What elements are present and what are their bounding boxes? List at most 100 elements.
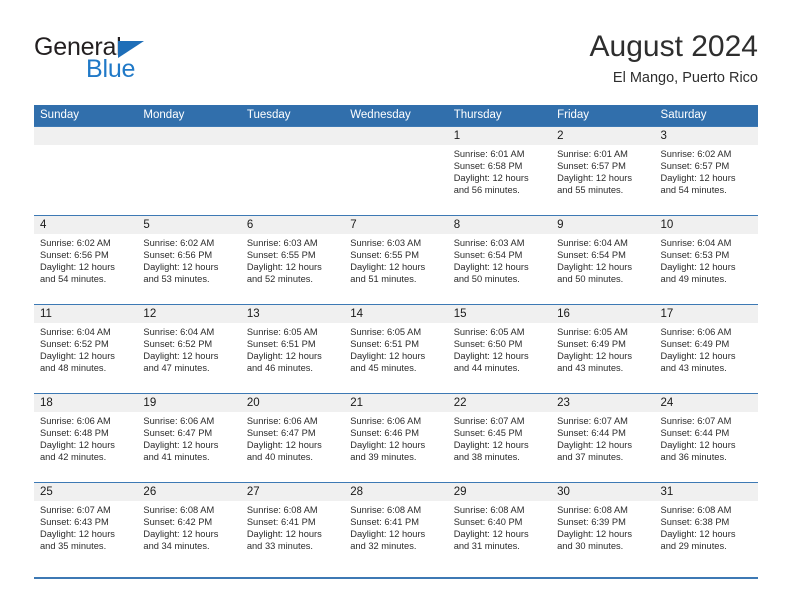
sunrise-text: Sunrise: 6:06 AM xyxy=(40,416,111,426)
sunrise-text: Sunrise: 6:04 AM xyxy=(557,238,628,248)
calendar-day-cell[interactable]: 11 Sunrise: 6:04 AM Sunset: 6:52 PM Dayligh… xyxy=(34,304,138,394)
weekday-header-saturday: Saturday xyxy=(654,105,758,127)
calendar-day-cell[interactable]: 6 Sunrise: 6:03 AM Sunset: 6:55 PM Daylight… xyxy=(240,215,345,305)
calendar-day-cell-empty[interactable] xyxy=(240,126,345,216)
calendar-day-cell[interactable]: 14 Sunrise: 6:05 AM Sunset: 6:51 PM Dayligh… xyxy=(344,304,448,394)
calendar-day-cell[interactable]: 16 Sunrise: 6:05 AM Sunset: 6:49 PM Dayligh… xyxy=(551,304,655,394)
weekday-header-friday: Friday xyxy=(551,105,655,127)
day-details: Sunrise: 6:06 AM Sunset: 6:48 PM Daylight:… xyxy=(34,412,137,463)
day-number: 25 xyxy=(34,483,138,501)
calendar-day-cell[interactable]: 9 Sunrise: 6:04 AM Sunset: 6:54 PM Daylight… xyxy=(551,215,655,305)
calendar-day-cell[interactable]: 23 Sunrise: 6:07 AM Sunset: 6:44 PM Dayligh… xyxy=(551,393,655,483)
calendar-day-cell-empty[interactable] xyxy=(344,126,448,216)
calendar-day-cell[interactable]: 3 Sunrise: 6:02 AM Sunset: 6:57 PM Daylight… xyxy=(654,126,758,216)
sunset-text: Sunset: 6:47 PM xyxy=(246,428,316,439)
sunrise-text: Sunrise: 6:03 AM xyxy=(350,238,422,248)
sunrise-text: Sunrise: 6:08 AM xyxy=(453,505,525,515)
calendar-week-row: 1 Sunrise: 6:01 AM Sunset: 6:58 PM Daylight… xyxy=(34,126,758,216)
daylight-text-line1: Daylight: 12 hours xyxy=(660,262,736,273)
daylight-text-line2: and 43 minutes. xyxy=(660,363,727,374)
day-details: Sunrise: 6:02 AM Sunset: 6:56 PM Daylight:… xyxy=(137,234,240,285)
sunrise-text: Sunrise: 6:07 AM xyxy=(557,416,628,426)
daylight-text-line2: and 30 minutes. xyxy=(557,541,624,552)
sunrise-text: Sunrise: 6:02 AM xyxy=(40,238,111,248)
calendar-day-cell[interactable]: 24 Sunrise: 6:07 AM Sunset: 6:44 PM Dayligh… xyxy=(654,393,758,483)
day-number: 7 xyxy=(344,216,448,234)
sunrise-text: Sunrise: 6:04 AM xyxy=(40,327,111,337)
daylight-text-line2: and 52 minutes. xyxy=(246,274,313,285)
sunset-text: Sunset: 6:51 PM xyxy=(246,339,316,350)
calendar-day-cell[interactable]: 22 Sunrise: 6:07 AM Sunset: 6:45 PM Dayligh… xyxy=(447,393,552,483)
sunrise-text: Sunrise: 6:06 AM xyxy=(660,327,732,337)
calendar-day-cell[interactable]: 31 Sunrise: 6:08 AM Sunset: 6:38 PM Dayligh… xyxy=(654,482,758,572)
day-details: Sunrise: 6:07 AM Sunset: 6:43 PM Daylight:… xyxy=(34,501,137,552)
daylight-text-line1: Daylight: 12 hours xyxy=(453,440,529,451)
calendar-day-cell[interactable]: 21 Sunrise: 6:06 AM Sunset: 6:46 PM Dayligh… xyxy=(344,393,448,483)
day-number: 2 xyxy=(551,127,655,145)
day-number: 28 xyxy=(344,483,448,501)
sunset-text: Sunset: 6:50 PM xyxy=(453,339,523,350)
daylight-text-line1: Daylight: 12 hours xyxy=(453,173,529,184)
calendar-day-cell[interactable]: 10 Sunrise: 6:04 AM Sunset: 6:53 PM Dayligh… xyxy=(654,215,758,305)
calendar-day-cell[interactable]: 2 Sunrise: 6:01 AM Sunset: 6:57 PM Daylight… xyxy=(551,126,655,216)
day-details: Sunrise: 6:03 AM Sunset: 6:54 PM Daylight:… xyxy=(448,234,551,285)
daylight-text-line1: Daylight: 12 hours xyxy=(40,262,115,273)
day-details: Sunrise: 6:06 AM Sunset: 6:46 PM Daylight:… xyxy=(344,412,447,463)
day-number: 1 xyxy=(447,127,552,145)
calendar-day-cell[interactable]: 15 Sunrise: 6:05 AM Sunset: 6:50 PM Dayligh… xyxy=(447,304,552,394)
calendar-day-cell-empty[interactable] xyxy=(137,126,241,216)
sunset-text: Sunset: 6:43 PM xyxy=(40,517,109,528)
calendar-day-cell-empty[interactable] xyxy=(34,126,138,216)
generalblue-logo[interactable]: General Blue xyxy=(34,34,244,90)
day-number: 22 xyxy=(447,394,552,412)
calendar-day-cell[interactable]: 17 Sunrise: 6:06 AM Sunset: 6:49 PM Dayligh… xyxy=(654,304,758,394)
daylight-text-line2: and 49 minutes. xyxy=(660,274,727,285)
sunset-text: Sunset: 6:42 PM xyxy=(143,517,213,528)
sunrise-text: Sunrise: 6:01 AM xyxy=(453,149,525,159)
daylight-text-line1: Daylight: 12 hours xyxy=(557,262,633,273)
day-number: 30 xyxy=(551,483,655,501)
calendar-day-cell[interactable]: 1 Sunrise: 6:01 AM Sunset: 6:58 PM Daylight… xyxy=(447,126,552,216)
logo-text-blue: Blue xyxy=(86,55,136,83)
calendar-day-cell[interactable]: 18 Sunrise: 6:06 AM Sunset: 6:48 PM Dayligh… xyxy=(34,393,138,483)
sunset-text: Sunset: 6:41 PM xyxy=(350,517,419,528)
calendar-day-cell[interactable]: 26 Sunrise: 6:08 AM Sunset: 6:42 PM Dayligh… xyxy=(137,482,241,572)
day-details: Sunrise: 6:02 AM Sunset: 6:57 PM Daylight:… xyxy=(655,145,758,196)
calendar-day-cell[interactable]: 25 Sunrise: 6:07 AM Sunset: 6:43 PM Dayligh… xyxy=(34,482,138,572)
daylight-text-line2: and 34 minutes. xyxy=(143,541,210,552)
day-number: 15 xyxy=(447,305,552,323)
day-details: Sunrise: 6:05 AM Sunset: 6:51 PM Daylight:… xyxy=(344,323,447,374)
day-number: 10 xyxy=(654,216,758,234)
calendar-day-cell[interactable]: 28 Sunrise: 6:08 AM Sunset: 6:41 PM Dayligh… xyxy=(344,482,448,572)
calendar-day-cell[interactable]: 27 Sunrise: 6:08 AM Sunset: 6:41 PM Dayligh… xyxy=(240,482,345,572)
calendar-week-row: 4 Sunrise: 6:02 AM Sunset: 6:56 PM Daylight… xyxy=(34,215,758,305)
daylight-text-line1: Daylight: 12 hours xyxy=(453,529,529,540)
day-number: 29 xyxy=(447,483,552,501)
calendar-day-cell[interactable]: 19 Sunrise: 6:06 AM Sunset: 6:47 PM Dayligh… xyxy=(137,393,241,483)
calendar-day-cell[interactable]: 12 Sunrise: 6:04 AM Sunset: 6:52 PM Dayligh… xyxy=(137,304,241,394)
day-details: Sunrise: 6:04 AM Sunset: 6:52 PM Daylight:… xyxy=(137,323,240,374)
sunset-text: Sunset: 6:54 PM xyxy=(453,250,523,261)
day-number: 16 xyxy=(551,305,655,323)
sunset-text: Sunset: 6:40 PM xyxy=(453,517,523,528)
calendar-day-cell[interactable]: 30 Sunrise: 6:08 AM Sunset: 6:39 PM Dayligh… xyxy=(551,482,655,572)
daylight-text-line2: and 54 minutes. xyxy=(660,185,727,196)
sunrise-text: Sunrise: 6:02 AM xyxy=(143,238,215,248)
sunset-text: Sunset: 6:56 PM xyxy=(40,250,109,261)
sunset-text: Sunset: 6:39 PM xyxy=(557,517,626,528)
calendar-day-cell[interactable]: 8 Sunrise: 6:03 AM Sunset: 6:54 PM Daylight… xyxy=(447,215,552,305)
calendar-day-cell[interactable]: 13 Sunrise: 6:05 AM Sunset: 6:51 PM Dayligh… xyxy=(240,304,345,394)
sunrise-text: Sunrise: 6:05 AM xyxy=(246,327,318,337)
calendar-grid: Sunday Monday Tuesday Wednesday Thursday… xyxy=(34,105,758,572)
calendar-day-cell[interactable]: 7 Sunrise: 6:03 AM Sunset: 6:55 PM Daylight… xyxy=(344,215,448,305)
day-number: 6 xyxy=(240,216,345,234)
calendar-day-cell[interactable]: 29 Sunrise: 6:08 AM Sunset: 6:40 PM Dayligh… xyxy=(447,482,552,572)
daylight-text-line1: Daylight: 12 hours xyxy=(660,351,736,362)
calendar-day-cell[interactable]: 5 Sunrise: 6:02 AM Sunset: 6:56 PM Daylight… xyxy=(137,215,241,305)
daylight-text-line1: Daylight: 12 hours xyxy=(143,262,219,273)
calendar-day-cell[interactable]: 20 Sunrise: 6:06 AM Sunset: 6:47 PM Dayligh… xyxy=(240,393,345,483)
day-details: Sunrise: 6:06 AM Sunset: 6:47 PM Daylight:… xyxy=(241,412,344,463)
daylight-text-line2: and 43 minutes. xyxy=(557,363,624,374)
calendar-day-cell[interactable]: 4 Sunrise: 6:02 AM Sunset: 6:56 PM Daylight… xyxy=(34,215,138,305)
daylight-text-line1: Daylight: 12 hours xyxy=(246,529,322,540)
